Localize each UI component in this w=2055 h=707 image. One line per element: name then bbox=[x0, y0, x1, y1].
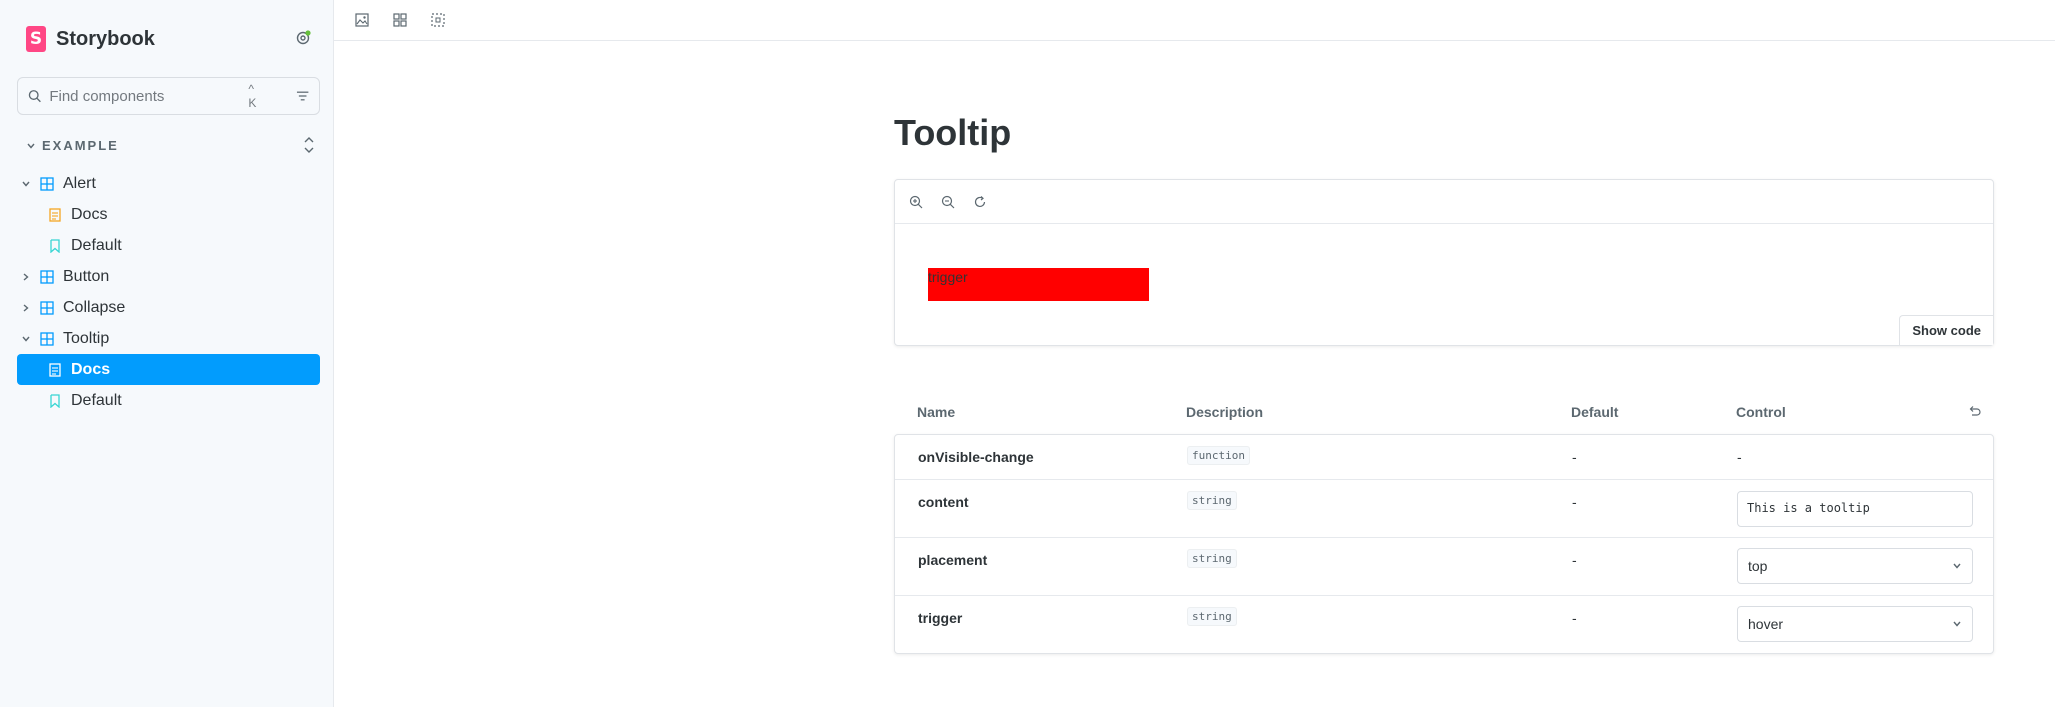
table-row: onVisible-change function - - bbox=[895, 435, 1993, 480]
zoom-out-icon[interactable] bbox=[941, 195, 955, 209]
args-table-header: Name Description Default Control bbox=[894, 392, 1994, 432]
search-icon bbox=[28, 90, 41, 103]
filter-icon[interactable] bbox=[296, 90, 309, 102]
section-example[interactable]: EXAMPLE bbox=[26, 136, 316, 154]
sidebar-item-label: Default bbox=[71, 236, 122, 254]
undo-icon[interactable] bbox=[1967, 405, 1981, 417]
sidebar: S Storybook ^ K bbox=[0, 0, 334, 707]
arg-name: placement bbox=[918, 552, 988, 568]
component-icon bbox=[40, 331, 54, 346]
zoom-in-icon[interactable] bbox=[909, 195, 923, 209]
document-icon bbox=[49, 207, 61, 222]
placement-select[interactable]: top bbox=[1737, 548, 1973, 584]
page-title: Tooltip bbox=[894, 112, 1012, 153]
sidebar-item-alert-docs[interactable]: Docs bbox=[17, 199, 320, 230]
bookmark-icon bbox=[50, 393, 60, 408]
sidebar-item-label: Docs bbox=[71, 205, 108, 223]
sidebar-item-collapse[interactable]: Collapse bbox=[17, 292, 320, 323]
arg-name: content bbox=[918, 494, 969, 510]
arg-type: function bbox=[1187, 446, 1250, 465]
arg-control: - bbox=[1737, 449, 1742, 465]
toolbar bbox=[334, 0, 2055, 41]
sidebar-item-label: Button bbox=[63, 267, 110, 285]
arg-default: - bbox=[1572, 552, 1577, 568]
gear-icon bbox=[296, 30, 311, 45]
expand-collapse-icon[interactable] bbox=[302, 136, 316, 154]
component-icon bbox=[40, 176, 54, 191]
sidebar-item-tooltip[interactable]: Tooltip bbox=[17, 323, 320, 354]
zoom-reset-icon[interactable] bbox=[973, 195, 987, 209]
sidebar-item-label: Tooltip bbox=[63, 329, 110, 347]
sidebar-item-alert-default[interactable]: Default bbox=[17, 230, 320, 261]
sidebar-item-label: Alert bbox=[63, 174, 96, 192]
table-row: placement string - top bbox=[895, 538, 1993, 596]
chevron-right-icon bbox=[23, 303, 29, 312]
arg-default: - bbox=[1572, 610, 1577, 626]
grid-button[interactable] bbox=[390, 10, 410, 30]
arg-name: onVisible-change bbox=[918, 449, 1034, 465]
settings-button[interactable] bbox=[293, 28, 313, 48]
table-row: trigger string - hover bbox=[895, 596, 1993, 653]
placement-value: top bbox=[1748, 558, 1768, 574]
search-box[interactable]: ^ K bbox=[17, 77, 320, 115]
content-textarea[interactable]: This is a tooltip bbox=[1737, 491, 1973, 527]
chevron-down-icon bbox=[22, 181, 30, 187]
table-row: content string - This is a tooltip bbox=[895, 480, 1993, 538]
arg-name: trigger bbox=[918, 610, 963, 626]
sidebar-item-label: Default bbox=[71, 391, 122, 409]
storybook-logo-icon: S bbox=[26, 26, 46, 52]
bookmark-icon bbox=[50, 238, 60, 253]
chevron-down-icon bbox=[22, 336, 30, 342]
header-name: Name bbox=[917, 404, 956, 420]
chevron-down-icon bbox=[1953, 563, 1961, 569]
image-icon bbox=[355, 13, 369, 27]
header-default: Default bbox=[1571, 404, 1619, 420]
document-icon bbox=[49, 362, 61, 377]
main-panel: Tooltip trigger Show code Name Descripti… bbox=[334, 0, 2055, 707]
brand-name: Storybook bbox=[56, 27, 155, 50]
sidebar-item-label: Collapse bbox=[63, 298, 126, 316]
story-canvas: trigger Show code bbox=[894, 179, 1994, 346]
chevron-down-icon bbox=[1953, 621, 1961, 627]
outline-button[interactable] bbox=[428, 10, 448, 30]
sidebar-item-alert[interactable]: Alert bbox=[17, 168, 320, 199]
trigger-select[interactable]: hover bbox=[1737, 606, 1973, 642]
arg-type: string bbox=[1187, 491, 1237, 510]
arg-type: string bbox=[1187, 549, 1237, 568]
section-label: EXAMPLE bbox=[42, 138, 119, 153]
outline-icon bbox=[431, 13, 445, 27]
sidebar-item-tooltip-docs[interactable]: Docs bbox=[17, 354, 320, 385]
arg-type: string bbox=[1187, 607, 1237, 626]
component-icon bbox=[40, 269, 54, 284]
arg-default: - bbox=[1572, 449, 1577, 465]
grid-icon bbox=[393, 13, 407, 27]
chevron-right-icon bbox=[23, 272, 29, 281]
search-shortcut: ^ K bbox=[248, 82, 263, 110]
brand[interactable]: S Storybook bbox=[26, 26, 155, 52]
header-control: Control bbox=[1736, 404, 1786, 420]
sidebar-item-button[interactable]: Button bbox=[17, 261, 320, 292]
sidebar-item-tooltip-default[interactable]: Default bbox=[17, 385, 320, 416]
background-button[interactable] bbox=[352, 10, 372, 30]
tooltip-trigger[interactable]: trigger bbox=[928, 268, 1149, 301]
args-table: onVisible-change function - - content st… bbox=[894, 434, 1994, 654]
trigger-value: hover bbox=[1748, 616, 1784, 632]
canvas-toolbar bbox=[895, 180, 1993, 224]
show-code-button[interactable]: Show code bbox=[1899, 315, 1993, 345]
arg-default: - bbox=[1572, 494, 1577, 510]
sidebar-item-label: Docs bbox=[71, 360, 111, 378]
header-description: Description bbox=[1186, 404, 1264, 420]
chevron-down-icon bbox=[27, 143, 35, 149]
component-icon bbox=[40, 300, 54, 315]
search-input[interactable] bbox=[49, 87, 249, 105]
storybook-app: S Storybook ^ K bbox=[0, 0, 2055, 707]
component-tree: Alert Docs Default Button Collapse Toolt… bbox=[17, 168, 320, 416]
